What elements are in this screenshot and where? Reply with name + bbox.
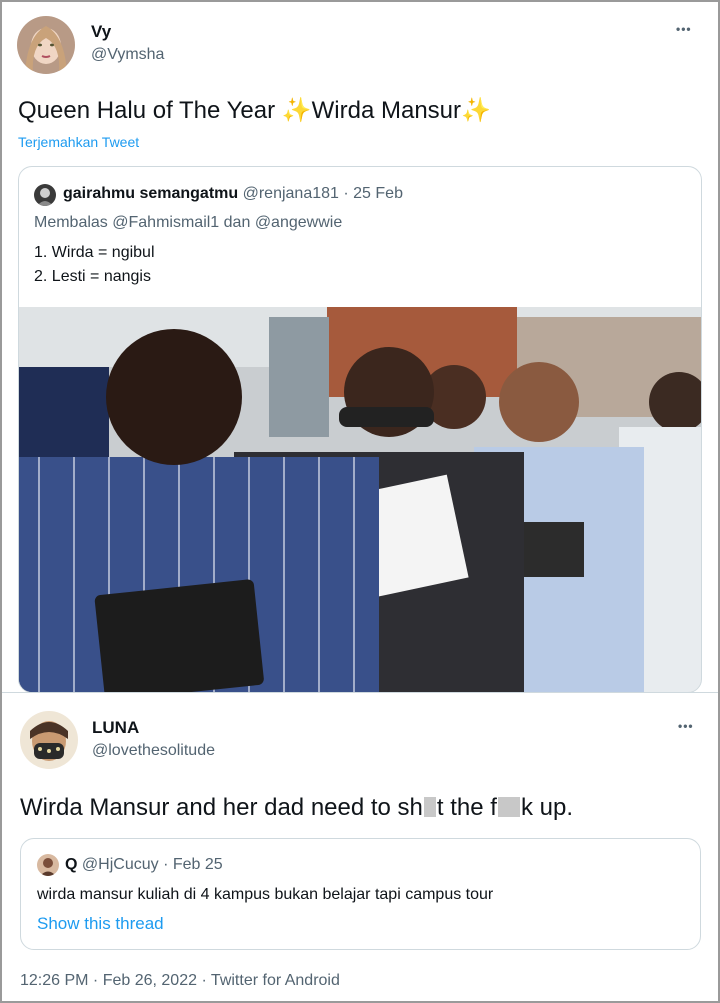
- reply-prefix: Membalas: [34, 214, 108, 231]
- quote-author-name[interactable]: gairahmu semangatmu: [63, 185, 238, 202]
- reply-user-1[interactable]: @Fahmismail1: [112, 214, 219, 231]
- reply-and: dan: [223, 214, 251, 231]
- quote-header: gairahmu semangatmu @renjana181 · 25 Feb: [63, 185, 403, 203]
- quote-date[interactable]: 25 Feb: [353, 185, 403, 202]
- quote-line-2: 2. Lesti = nangis: [34, 268, 151, 285]
- quoted-tweet[interactable]: Q @HjCucuy · Feb 25 wirda mansur kuliah …: [20, 838, 701, 950]
- avatar-luna[interactable]: [20, 711, 78, 769]
- author-name[interactable]: Vy: [91, 22, 111, 42]
- tweet-vy: Vy @Vymsha ••• Queen Halu of The Year ✨W…: [0, 0, 720, 693]
- tweet-text-suffix: Wirda Mansur: [311, 97, 462, 124]
- tweet-luna: LUNA @lovethesolitude ••• Wirda Mansur a…: [0, 692, 720, 1003]
- author-handle[interactable]: @Vymsha: [91, 46, 164, 64]
- author-handle[interactable]: @lovethesolitude: [92, 742, 215, 760]
- reply-context: Membalas @Fahmismail1 dan @angewwie: [34, 214, 342, 232]
- separator: ·: [343, 185, 349, 202]
- tweet-text: Queen Halu of The Year ✨Wirda Mansur✨: [18, 96, 491, 125]
- quote-photo[interactable]: [19, 307, 701, 692]
- tweet-text-part-1: Wirda Mansur and her dad need to sh: [20, 794, 423, 821]
- tweet-text-part-2: t the f: [436, 794, 497, 821]
- quote-author-name[interactable]: Q: [65, 856, 77, 873]
- author-name[interactable]: LUNA: [92, 718, 139, 738]
- quoted-tweet[interactable]: gairahmu semangatmu @renjana181 · 25 Feb…: [18, 166, 702, 693]
- censor-block: [423, 797, 436, 817]
- tweet-text: Wirda Mansur and her dad need to sh t the…: [20, 794, 573, 822]
- avatar-q[interactable]: [37, 854, 59, 876]
- quote-author-handle[interactable]: @HjCucuy: [82, 856, 159, 873]
- censor-block: [497, 797, 520, 817]
- avatar-vy[interactable]: [17, 16, 75, 74]
- more-options-icon[interactable]: •••: [676, 22, 692, 36]
- tweet-text-main: Queen Halu of The Year: [18, 97, 276, 124]
- separator: ·: [163, 856, 169, 873]
- tweet-text-part-3: k up.: [520, 794, 573, 821]
- show-thread-link[interactable]: Show this thread: [37, 914, 164, 934]
- more-options-icon[interactable]: •••: [678, 719, 694, 733]
- quote-line-1: 1. Wirda = ngibul: [34, 244, 155, 261]
- photo-illustration: [19, 307, 701, 692]
- quote-author-handle[interactable]: @renjana181: [243, 185, 339, 202]
- quote-header: Q @HjCucuy · Feb 25: [65, 856, 223, 874]
- quote-text: wirda mansur kuliah di 4 kampus bukan be…: [37, 886, 494, 903]
- tweet-timestamp[interactable]: 12:26 PM · Feb 26, 2022 · Twitter for An…: [20, 972, 340, 990]
- avatar-gairahmu[interactable]: [34, 184, 56, 206]
- sparkle-icon: ✨: [461, 97, 491, 124]
- translate-tweet-link[interactable]: Terjemahkan Tweet: [18, 134, 139, 150]
- reply-user-2[interactable]: @angewwie: [255, 214, 342, 231]
- quote-date[interactable]: Feb 25: [173, 856, 223, 873]
- sparkle-icon: ✨: [281, 97, 312, 124]
